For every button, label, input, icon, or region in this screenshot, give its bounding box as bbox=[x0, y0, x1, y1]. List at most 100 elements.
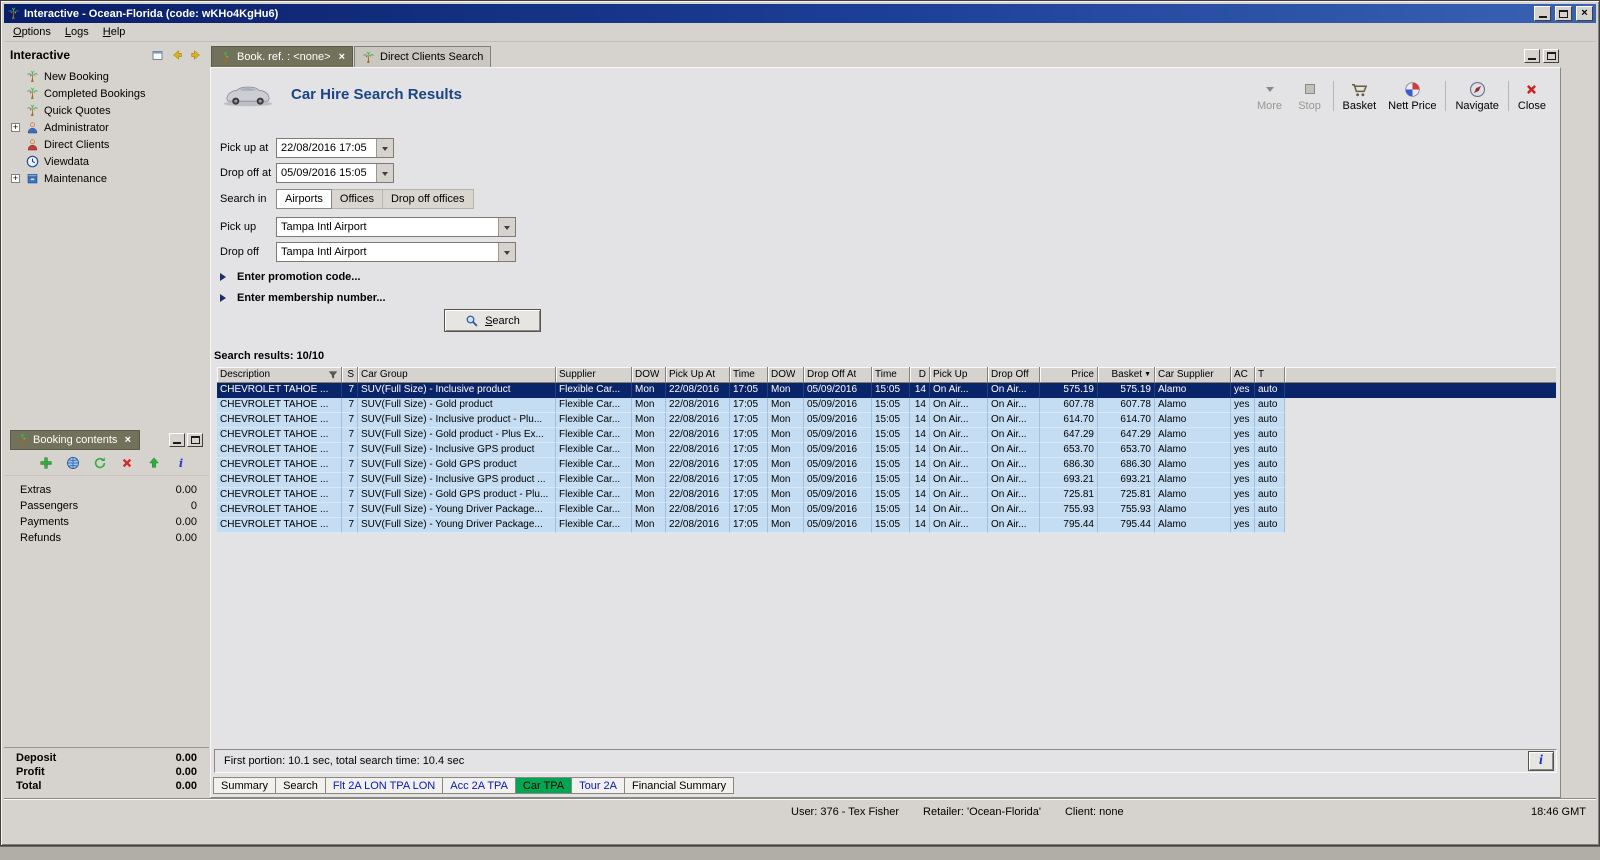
pane-minimize-button[interactable] bbox=[1524, 48, 1540, 63]
result-row[interactable]: CHEVROLET TAHOE ... 7 SUV(Full Size) - Inc… bbox=[217, 443, 1556, 458]
info-button[interactable]: i bbox=[1528, 751, 1554, 771]
globe-icon bbox=[66, 456, 80, 470]
close-button[interactable]: × bbox=[1576, 6, 1593, 21]
promo-code-expander[interactable]: Enter promotion code... bbox=[220, 267, 820, 287]
pickup-at-combobox[interactable]: 22/08/2016 17:05 bbox=[276, 138, 394, 158]
sidebar-item-maintenance[interactable]: + Maintenance bbox=[4, 170, 209, 187]
expand-icon[interactable]: + bbox=[11, 174, 20, 183]
column-header-label: Car Supplier bbox=[1158, 369, 1214, 380]
membership-expander[interactable]: Enter membership number... bbox=[220, 288, 820, 308]
booking-contents-tab[interactable]: Booking contents × bbox=[10, 429, 141, 450]
result-row[interactable]: CHEVROLET TAHOE ... 7 SUV(Full Size) - Inc… bbox=[217, 383, 1556, 398]
column-header-description-0[interactable]: Description bbox=[217, 367, 342, 383]
booking-row-payments[interactable]: Payments 0.00 bbox=[4, 514, 209, 530]
delete-button[interactable] bbox=[118, 454, 136, 472]
navigate-button[interactable]: Navigate bbox=[1449, 78, 1504, 114]
column-header-s-1[interactable]: S bbox=[342, 367, 358, 383]
column-header-pick-up-at-5[interactable]: Pick Up At bbox=[666, 367, 730, 383]
column-header-d-10[interactable]: D bbox=[910, 367, 930, 383]
search-in-tab-airports[interactable]: Airports bbox=[276, 189, 332, 209]
result-row[interactable]: CHEVROLET TAHOE ... 7 SUV(Full Size) - Gol… bbox=[217, 398, 1556, 413]
column-header-price-13[interactable]: Price bbox=[1040, 367, 1098, 383]
pickup-dropdown-button[interactable] bbox=[498, 218, 515, 236]
up-button[interactable] bbox=[145, 454, 163, 472]
booking-row-refunds[interactable]: Refunds 0.00 bbox=[4, 530, 209, 546]
bottom-tab-car-tpa[interactable]: Car TPA bbox=[514, 777, 573, 794]
booking-close-icon[interactable]: × bbox=[121, 433, 134, 446]
maximize-button[interactable] bbox=[1555, 6, 1572, 21]
column-header-supplier-3[interactable]: Supplier bbox=[556, 367, 632, 383]
booking-minimize-button[interactable] bbox=[169, 432, 185, 447]
minimize-icon bbox=[1528, 58, 1536, 60]
bottom-tab-acc-2a-tpa[interactable]: Acc 2A TPA bbox=[442, 777, 516, 794]
info-button[interactable]: i bbox=[172, 454, 190, 472]
sidebar-item-direct-clients[interactable]: Direct Clients bbox=[4, 136, 209, 153]
result-row[interactable]: CHEVROLET TAHOE ... 7 SUV(Full Size) - Inc… bbox=[217, 473, 1556, 488]
column-header-time-6[interactable]: Time bbox=[730, 367, 768, 383]
column-header-dow-7[interactable]: DOW bbox=[768, 367, 804, 383]
nett-price-icon bbox=[1404, 80, 1421, 98]
result-cell: 17:05 bbox=[730, 473, 768, 488]
sidebar-item-quick-quotes[interactable]: Quick Quotes bbox=[4, 102, 209, 119]
dropoff-dropdown-button[interactable] bbox=[498, 243, 515, 261]
result-cell: 7 bbox=[342, 488, 358, 503]
pane-restore-button[interactable] bbox=[1543, 48, 1559, 63]
search-in-tab-offices[interactable]: Offices bbox=[331, 189, 383, 209]
booking-row-passengers[interactable]: Passengers 0 bbox=[4, 498, 209, 514]
column-header-dow-4[interactable]: DOW bbox=[632, 367, 666, 383]
expand-icon[interactable]: + bbox=[11, 123, 20, 132]
menu-item-options[interactable]: Options bbox=[6, 24, 58, 40]
column-header-car-group-2[interactable]: Car Group bbox=[358, 367, 556, 383]
bottom-tab-search[interactable]: Search bbox=[275, 777, 326, 794]
sidebar-item-new-booking[interactable]: New Booking bbox=[4, 68, 209, 85]
column-header-car-supplier-15[interactable]: Car Supplier bbox=[1155, 367, 1231, 383]
add-button[interactable] bbox=[37, 454, 55, 472]
column-header-drop-off-12[interactable]: Drop Off bbox=[988, 367, 1040, 383]
tab-direct-clients-search[interactable]: Direct Clients Search bbox=[354, 46, 492, 67]
result-row[interactable]: CHEVROLET TAHOE ... 7 SUV(Full Size) - Gol… bbox=[217, 488, 1556, 503]
minimize-button[interactable] bbox=[1534, 6, 1551, 21]
layout-button[interactable] bbox=[148, 47, 167, 64]
close-button[interactable]: Close bbox=[1512, 78, 1552, 114]
result-row[interactable]: CHEVROLET TAHOE ... 7 SUV(Full Size) - Gol… bbox=[217, 458, 1556, 473]
result-row[interactable]: CHEVROLET TAHOE ... 7 SUV(Full Size) - Gol… bbox=[217, 428, 1556, 443]
menu-item-help[interactable]: Help bbox=[96, 24, 133, 40]
result-cell: 7 bbox=[342, 473, 358, 488]
booking-row-extras[interactable]: Extras 0.00 bbox=[4, 482, 209, 498]
result-row[interactable]: CHEVROLET TAHOE ... 7 SUV(Full Size) - You… bbox=[217, 503, 1556, 518]
refresh-button[interactable] bbox=[91, 454, 109, 472]
pickup-combobox[interactable]: Tampa Intl Airport bbox=[276, 217, 516, 237]
bottom-tab-flt-2a-lon-tpa-lon[interactable]: Flt 2A LON TPA LON bbox=[324, 777, 444, 794]
result-row[interactable]: CHEVROLET TAHOE ... 7 SUV(Full Size) - Inc… bbox=[217, 413, 1556, 428]
sidebar-item-viewdata[interactable]: Viewdata bbox=[4, 153, 209, 170]
nett-price-button[interactable]: Nett Price bbox=[1382, 78, 1442, 114]
search-button[interactable]: Search bbox=[444, 309, 541, 332]
dock-left-button[interactable] bbox=[167, 47, 186, 64]
bottom-tab-tour-2a[interactable]: Tour 2A bbox=[571, 777, 626, 794]
basket-button[interactable]: Basket bbox=[1337, 78, 1383, 114]
tab-close-icon[interactable]: × bbox=[339, 51, 345, 63]
bottom-tab-financial-summary[interactable]: Financial Summary bbox=[624, 777, 735, 794]
column-header-t-17[interactable]: T bbox=[1255, 367, 1285, 383]
dropoff-combobox[interactable]: Tampa Intl Airport bbox=[276, 242, 516, 262]
search-in-tab-drop-off-offices[interactable]: Drop off offices bbox=[382, 189, 474, 209]
result-cell: 17:05 bbox=[730, 398, 768, 413]
pickup-at-dropdown-button[interactable] bbox=[376, 139, 393, 157]
menu-item-logs[interactable]: Logs bbox=[58, 24, 96, 40]
column-header-basket-14[interactable]: Basket ▼ bbox=[1098, 367, 1155, 383]
globe-button[interactable] bbox=[64, 454, 82, 472]
tab-book-ref-none[interactable]: Book. ref. : <none> × bbox=[211, 46, 354, 67]
column-header-ac-16[interactable]: AC bbox=[1231, 367, 1255, 383]
result-row[interactable]: CHEVROLET TAHOE ... 7 SUV(Full Size) - You… bbox=[217, 518, 1556, 533]
column-header-pick-up-11[interactable]: Pick Up bbox=[930, 367, 988, 383]
dropoff-at-combobox[interactable]: 05/09/2016 15:05 bbox=[276, 163, 394, 183]
dropoff-at-dropdown-button[interactable] bbox=[376, 164, 393, 182]
dock-right-button[interactable] bbox=[186, 47, 205, 64]
sidebar-item-administrator[interactable]: + Administrator bbox=[4, 119, 209, 136]
sidebar-item-completed-bookings[interactable]: Completed Bookings bbox=[4, 85, 209, 102]
booking-restore-button[interactable] bbox=[187, 432, 203, 447]
column-header-drop-off-at-8[interactable]: Drop Off At bbox=[804, 367, 872, 383]
bottom-tab-summary[interactable]: Summary bbox=[213, 777, 277, 794]
column-header-time-9[interactable]: Time bbox=[872, 367, 910, 383]
toolbar-button-label: Stop bbox=[1298, 100, 1321, 112]
